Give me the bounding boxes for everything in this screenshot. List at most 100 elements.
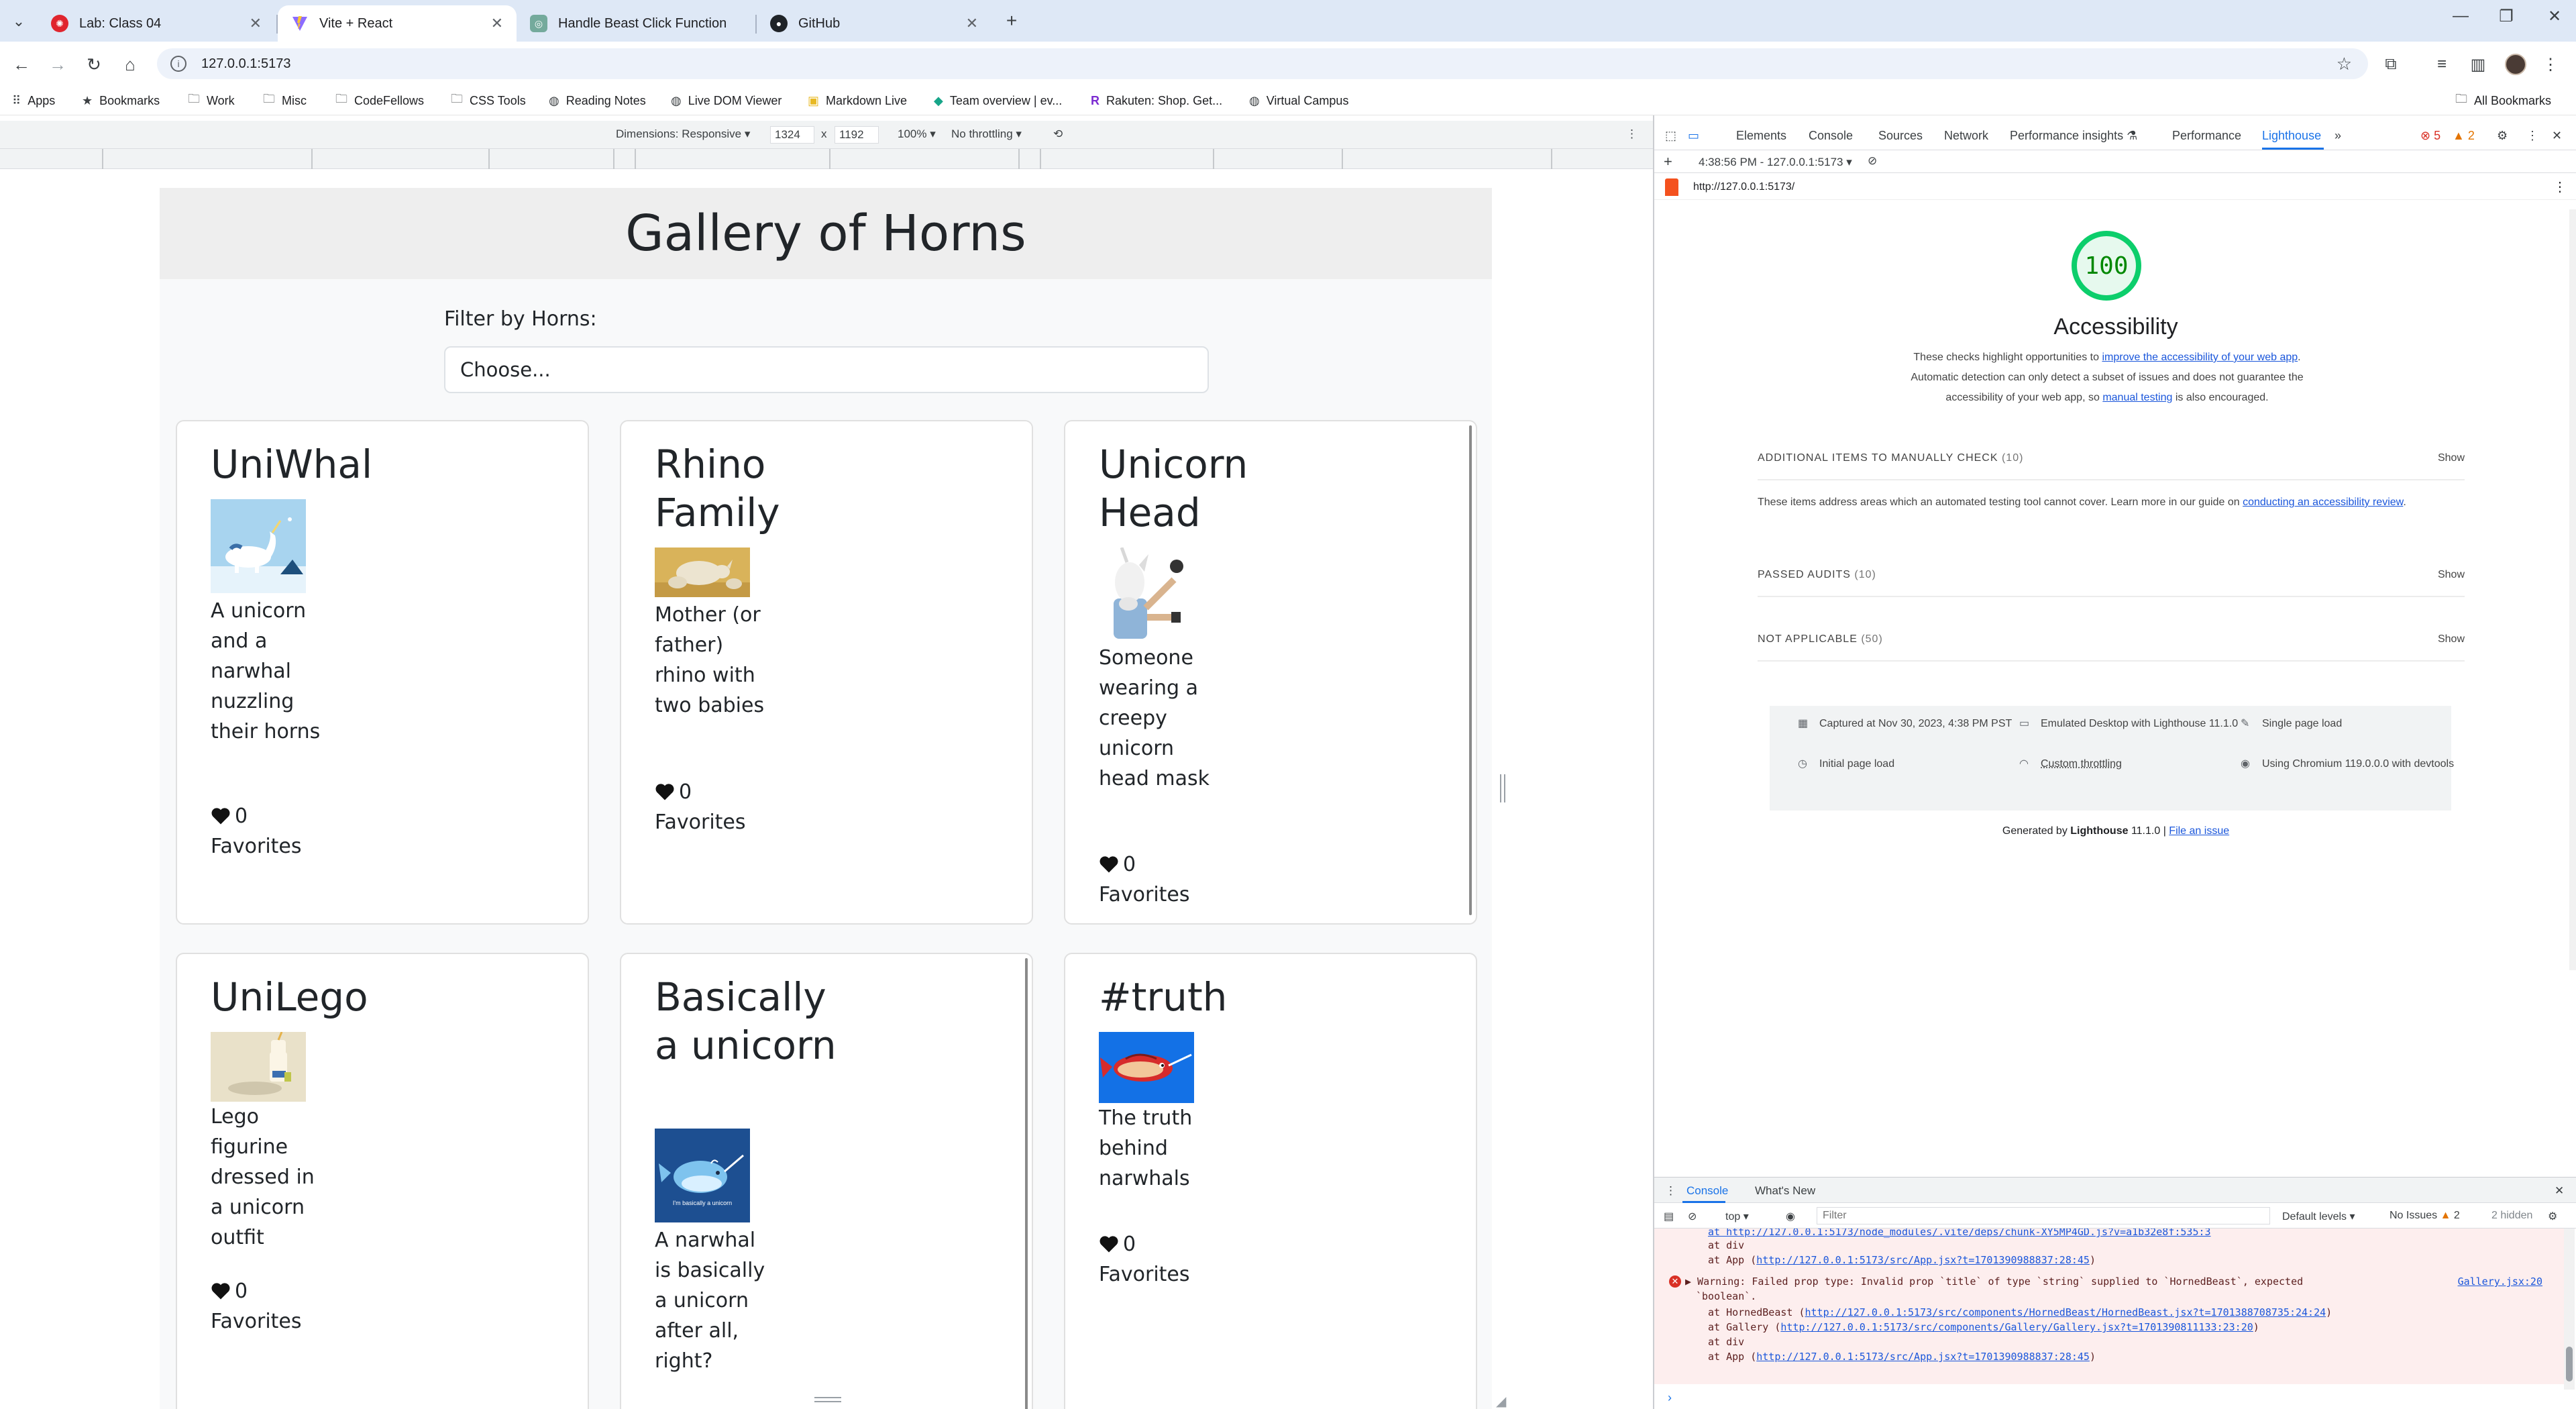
- bookmark-css-tools[interactable]: 🗀 CSS Tools: [451, 91, 526, 110]
- bookmark-star-icon[interactable]: ☆: [2337, 54, 2352, 74]
- bookmark-live-dom-viewer[interactable]: ◍ Live DOM Viewer: [671, 91, 782, 110]
- new-report-icon[interactable]: +: [1664, 153, 1672, 170]
- file-issue-link[interactable]: File an issue: [2169, 825, 2229, 837]
- drawer-close-icon[interactable]: ✕: [2555, 1184, 2564, 1198]
- unilego-image[interactable]: [211, 1031, 306, 1102]
- favorites-count[interactable]: 0 Favorites: [655, 777, 769, 837]
- drawer-tab-console[interactable]: Console: [1686, 1184, 1728, 1198]
- tab-vite-react[interactable]: Vite + React ✕: [278, 5, 517, 42]
- sidebar-toggle-icon[interactable]: ▤: [1664, 1210, 1674, 1223]
- viewport-height-input[interactable]: [835, 126, 879, 144]
- bookmark-markdown-live[interactable]: ▣ Markdown Live: [808, 91, 907, 110]
- address-bar[interactable]: i ☆: [157, 48, 2368, 79]
- device-toggle-icon[interactable]: ▭: [1688, 129, 1699, 143]
- devtools-more-icon[interactable]: ⋮: [2526, 129, 2538, 143]
- unicorn-narwhal-image[interactable]: [211, 499, 306, 593]
- section-passed-audits[interactable]: Passed audits (10) Show: [1758, 569, 2465, 597]
- clear-console-icon[interactable]: ⊘: [1688, 1210, 1697, 1223]
- tab-search-icon[interactable]: ⌄: [7, 9, 31, 34]
- drawer-menu-icon[interactable]: ⋮: [1665, 1184, 1676, 1198]
- more-tabs-icon[interactable]: »: [2334, 129, 2341, 143]
- rotate-icon[interactable]: ⟲: [1053, 127, 1063, 141]
- unicorn-head-image[interactable]: [1099, 547, 1194, 639]
- url-input[interactable]: [201, 56, 738, 72]
- clear-reports-icon[interactable]: ⊘: [1868, 154, 1877, 168]
- section-manual-checks[interactable]: Additional items to manually check (10) …: [1758, 452, 2465, 480]
- show-toggle[interactable]: Show: [2438, 452, 2465, 464]
- drawer-tab-whats-new[interactable]: What's New: [1755, 1184, 1815, 1198]
- error-badge[interactable]: ⊗ 5: [2420, 129, 2440, 143]
- show-toggle[interactable]: Show: [2438, 633, 2465, 645]
- report-menu-icon[interactable]: ⋮: [2553, 178, 2567, 195]
- bookmark-bookmarks[interactable]: ★ Bookmarks: [82, 91, 160, 110]
- bookmark-virtual-campus[interactable]: ◍ Virtual Campus: [1249, 91, 1348, 110]
- tab-elements[interactable]: Elements: [1736, 129, 1786, 143]
- all-bookmarks[interactable]: 🗀 All Bookmarks: [2455, 91, 2551, 110]
- warning-source-link[interactable]: Gallery.jsx:20: [2458, 1274, 2542, 1289]
- log-levels-dropdown[interactable]: Default levels ▾: [2282, 1210, 2355, 1223]
- new-tab-button[interactable]: +: [1000, 9, 1024, 33]
- bookmark-team-overview[interactable]: ◆ Team overview | ev...: [934, 91, 1062, 110]
- close-icon[interactable]: ✕: [250, 15, 262, 32]
- inspect-element-icon[interactable]: ⬚: [1665, 129, 1676, 143]
- favorites-count[interactable]: 0 Favorites: [1099, 1229, 1213, 1290]
- viewport-resize-handle[interactable]: [1500, 774, 1505, 802]
- beast-card-unicorn-head[interactable]: Unicorn Head Someone wearing a creepy un…: [1064, 420, 1477, 925]
- favorites-count[interactable]: 0 Favorites: [211, 801, 325, 862]
- stack-link[interactable]: http://127.0.0.1:5173/src/App.jsx?t=1701…: [1756, 1351, 2090, 1363]
- stack-link[interactable]: at http://127.0.0.1:5173/node_modules/.v…: [1708, 1229, 2211, 1238]
- viewport-resize-corner[interactable]: ◢: [1496, 1393, 1506, 1409]
- stack-link[interactable]: http://127.0.0.1:5173/src/components/Gal…: [1780, 1321, 2253, 1333]
- tab-github[interactable]: ● GitHub ✕: [757, 5, 991, 42]
- beast-card-rhino-family[interactable]: Rhino Family Mother (or father) rhino wi…: [620, 420, 1033, 925]
- reload-icon[interactable]: ↻: [82, 52, 106, 76]
- console-scrollbar[interactable]: [2564, 1229, 2575, 1390]
- home-icon[interactable]: ⌂: [118, 52, 142, 76]
- window-close-icon[interactable]: ✕: [2541, 7, 2568, 26]
- truth-narwhal-image[interactable]: [1099, 1032, 1194, 1103]
- close-icon[interactable]: ✕: [491, 15, 503, 32]
- issues-counter[interactable]: No Issues ▲ 2: [2390, 1210, 2460, 1222]
- tab-network[interactable]: Network: [1944, 129, 1988, 143]
- zoom-dropdown[interactable]: 100% ▾: [898, 127, 936, 141]
- devtools-close-icon[interactable]: ✕: [2552, 129, 2562, 143]
- beast-card-unilego[interactable]: UniLego Lego figurine dressed in a unico…: [176, 953, 589, 1409]
- bookmark-reading-notes[interactable]: ◍ Reading Notes: [549, 91, 646, 110]
- live-expression-eye-icon[interactable]: ◉: [1786, 1210, 1795, 1223]
- beast-card-uniwhal[interactable]: UniWhal A unicorn and a narwhal nuzzling…: [176, 420, 589, 925]
- show-toggle[interactable]: Show: [2438, 569, 2465, 581]
- side-panel-icon[interactable]: ▥: [2466, 52, 2490, 76]
- improve-accessibility-link[interactable]: improve the accessibility of your web ap…: [2102, 352, 2298, 363]
- minimize-icon[interactable]: —: [2447, 7, 2474, 25]
- tab-console[interactable]: Console: [1809, 129, 1853, 143]
- card-scrollbar[interactable]: [1469, 425, 1472, 915]
- console-filter-input[interactable]: [1817, 1207, 2270, 1224]
- context-selector[interactable]: top ▾: [1725, 1210, 1749, 1223]
- beast-card-truth[interactable]: #truth The truth behind narwhals 0 Favor…: [1064, 953, 1477, 1409]
- favorites-count[interactable]: 0 Favorites: [211, 1276, 325, 1337]
- back-icon[interactable]: ←: [9, 52, 34, 76]
- favorites-count[interactable]: 0 Favorites: [1099, 849, 1213, 910]
- bookmark-apps[interactable]: ⠿ Apps: [12, 91, 55, 110]
- card-scrollbar[interactable]: [1025, 958, 1028, 1409]
- horns-filter-select[interactable]: Choose...: [444, 346, 1209, 393]
- throttling-dropdown[interactable]: No throttling ▾: [951, 127, 1022, 141]
- viewport-width-input[interactable]: [770, 126, 814, 144]
- warning-message[interactable]: ▶ Warning: Failed prop type: Invalid pro…: [1685, 1274, 2303, 1289]
- manual-testing-link[interactable]: manual testing: [2102, 392, 2172, 403]
- close-icon[interactable]: ✕: [966, 15, 978, 32]
- warning-badge[interactable]: ▲ 2: [2453, 129, 2475, 143]
- report-selector[interactable]: 4:38:56 PM - 127.0.0.1:5173 ▾: [1699, 156, 1852, 169]
- restore-icon[interactable]: ❐: [2493, 7, 2520, 26]
- bookmark-work[interactable]: 🗀 Work: [188, 91, 235, 110]
- section-not-applicable[interactable]: Not applicable (50) Show: [1758, 633, 2465, 662]
- beast-card-basically-a-unicorn[interactable]: Basically a unicorn I'm basically a unic…: [620, 953, 1033, 1409]
- media-icon[interactable]: ≡: [2430, 52, 2454, 76]
- rhino-family-image[interactable]: [655, 547, 750, 597]
- basically-unicorn-image[interactable]: I'm basically a unicorn: [655, 1129, 750, 1222]
- console-prompt[interactable]: ›: [1668, 1391, 1672, 1405]
- tab-performance-insights[interactable]: Performance insights ⚗: [2010, 129, 2137, 143]
- forward-icon[interactable]: →: [46, 52, 70, 76]
- viewport-resize-bottom-handle[interactable]: [814, 1397, 841, 1402]
- avatar[interactable]: [2505, 54, 2526, 75]
